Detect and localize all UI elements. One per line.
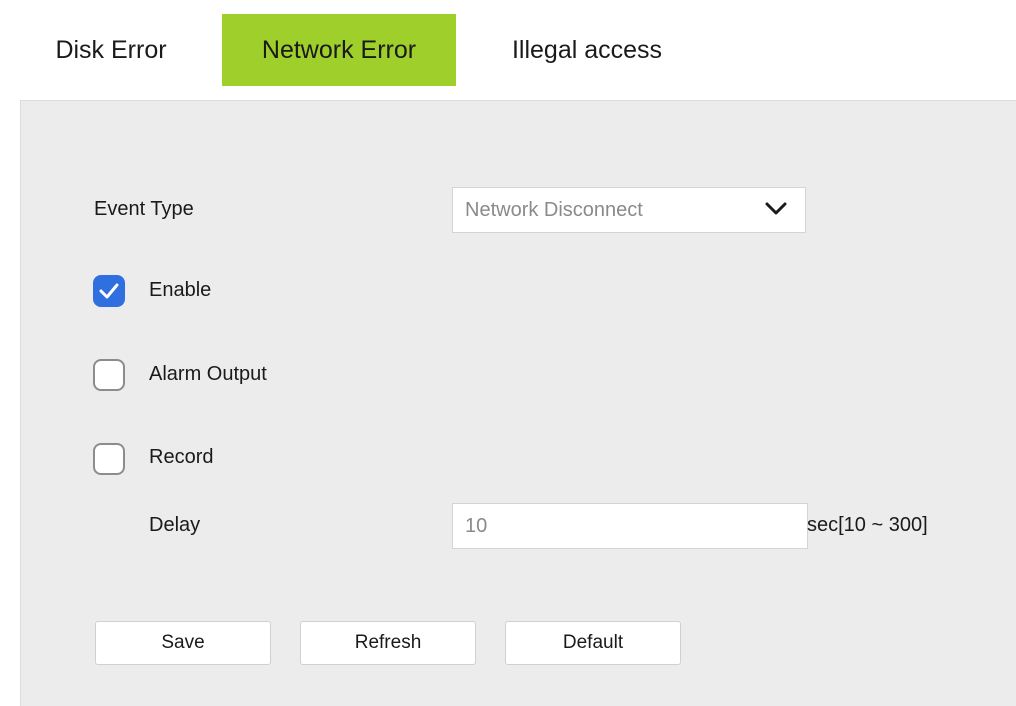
event-type-label: Event Type xyxy=(94,198,194,220)
checkmark-icon xyxy=(99,283,119,299)
tab-network-error[interactable]: Network Error xyxy=(222,14,456,86)
event-type-select[interactable]: Network Disconnect xyxy=(452,187,806,233)
event-type-value: Network Disconnect xyxy=(465,199,643,221)
tab-illegal-access[interactable]: Illegal access xyxy=(473,14,701,86)
enable-checkbox[interactable] xyxy=(93,275,125,307)
chevron-down-icon xyxy=(765,201,787,222)
record-label: Record xyxy=(149,446,214,468)
delay-unit-label: sec[10 ~ 300] xyxy=(807,514,928,536)
record-checkbox[interactable] xyxy=(93,443,125,475)
delay-input[interactable] xyxy=(452,503,808,549)
alarm-output-label: Alarm Output xyxy=(149,363,267,385)
delay-label: Delay xyxy=(149,514,201,536)
save-button[interactable]: Save xyxy=(95,621,271,665)
enable-label: Enable xyxy=(149,279,212,301)
tab-disk-error[interactable]: Disk Error xyxy=(20,14,202,86)
refresh-button[interactable]: Refresh xyxy=(300,621,476,665)
alarm-output-checkbox[interactable] xyxy=(93,359,125,391)
settings-panel: Event Type Network Disconnect Enable Ala… xyxy=(20,100,1016,706)
default-button[interactable]: Default xyxy=(505,621,681,665)
